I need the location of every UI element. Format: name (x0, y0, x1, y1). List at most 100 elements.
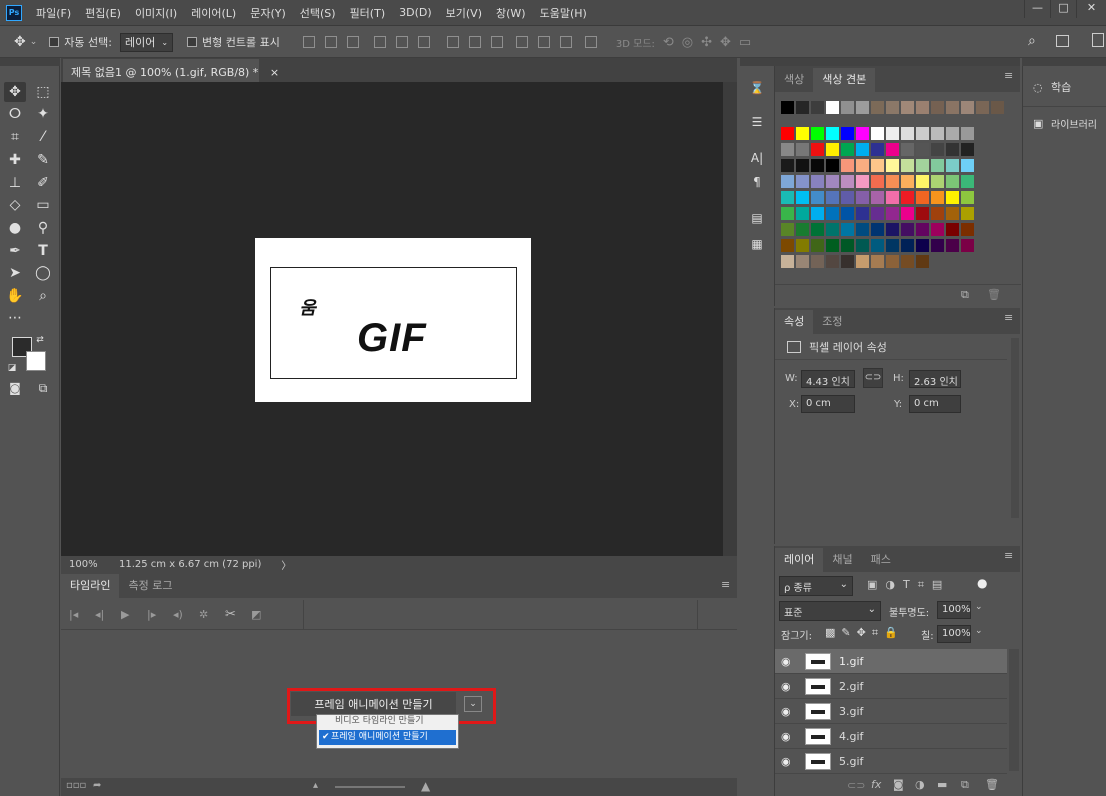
color-swatch[interactable] (961, 143, 974, 156)
color-swatch[interactable] (946, 191, 959, 204)
panel-menu-icon[interactable]: ≡ (721, 579, 731, 590)
color-swatch[interactable] (901, 239, 914, 252)
color-swatch[interactable] (916, 101, 929, 114)
transition-icon[interactable]: ◩ (251, 608, 277, 621)
color-swatch[interactable] (961, 207, 974, 220)
photoshop-logo-icon[interactable]: Ps (6, 4, 22, 21)
color-swatch[interactable] (781, 127, 794, 140)
layer-row[interactable]: ◉ 4.gif (775, 724, 1007, 749)
color-swatch[interactable] (916, 159, 929, 172)
color-swatch[interactable] (826, 207, 839, 220)
color-swatch[interactable] (961, 127, 974, 140)
layer-row[interactable]: ◉ 5.gif (775, 749, 1007, 774)
align-left-icon[interactable] (373, 36, 386, 48)
color-swatch[interactable] (841, 255, 854, 268)
color-swatch[interactable] (901, 127, 914, 140)
chevron-down-icon[interactable]: ⌄ (464, 696, 482, 712)
convert-arrow-icon[interactable]: ➦ (93, 780, 101, 791)
toolbar-collapse-strip[interactable] (0, 58, 60, 66)
color-swatch[interactable] (871, 255, 884, 268)
delete-layer-icon[interactable]: 🗑 (985, 778, 999, 791)
color-swatch[interactable] (796, 175, 809, 188)
default-colors-icon[interactable]: ◪ (6, 358, 18, 378)
color-swatch[interactable] (856, 101, 869, 114)
color-swatch[interactable] (886, 127, 899, 140)
zoom-level[interactable]: 100% (69, 559, 119, 570)
color-swatch[interactable] (811, 143, 824, 156)
color-swatch[interactable] (916, 143, 929, 156)
document-tab[interactable]: 제목 없음1 @ 100% (1.gif, RGB/8) * × (63, 59, 279, 82)
minimize-button[interactable]: — (1024, 0, 1050, 18)
tab-properties[interactable]: 속성 (775, 310, 814, 334)
visibility-eye-icon[interactable]: ◉ (781, 730, 799, 743)
menu-file[interactable]: 파일(F) (36, 5, 71, 21)
color-swatch[interactable] (931, 239, 944, 252)
layer-name[interactable]: 4.gif (839, 730, 863, 743)
transform-controls-checkbox[interactable] (187, 37, 198, 47)
color-swatch[interactable] (901, 207, 914, 220)
width-field[interactable]: 4.43 인치 (801, 370, 855, 388)
next-frame-icon[interactable]: |▸ (147, 608, 173, 621)
first-frame-icon[interactable]: |◂ (69, 608, 95, 621)
color-swatch[interactable] (871, 223, 884, 236)
visibility-eye-icon[interactable]: ◉ (781, 680, 799, 693)
color-swatch[interactable] (826, 127, 839, 140)
close-tab-icon[interactable]: × (270, 66, 279, 79)
color-swatch[interactable] (856, 239, 869, 252)
move-tool-icon[interactable]: ✥ (14, 34, 26, 50)
color-swatch[interactable] (886, 207, 899, 220)
color-swatch[interactable] (916, 191, 929, 204)
color-swatch[interactable] (826, 239, 839, 252)
notes-panel-icon[interactable]: ▦ (746, 234, 768, 254)
lasso-tool-icon[interactable]: ⵔ (4, 104, 26, 124)
distribute-top-icon[interactable] (446, 36, 459, 48)
layer-name[interactable]: 5.gif (839, 755, 863, 768)
layer-name[interactable]: 1.gif (839, 655, 863, 668)
color-swatch[interactable] (856, 127, 869, 140)
split-scissors-icon[interactable]: ✂ (225, 607, 251, 622)
history-panel-icon[interactable]: ⌛ (746, 78, 768, 98)
color-swatch[interactable] (796, 191, 809, 204)
color-swatch[interactable] (916, 223, 929, 236)
color-swatch[interactable] (811, 255, 824, 268)
color-swatch[interactable] (916, 255, 929, 268)
distribute-hcenter-icon[interactable] (537, 36, 550, 48)
learn-item[interactable]: ◌ 학습 (1023, 74, 1106, 100)
fill-field[interactable]: 100% (937, 625, 971, 643)
document-canvas[interactable]: 움 GIF (255, 238, 531, 402)
color-swatch[interactable] (961, 101, 974, 114)
color-swatch[interactable] (931, 223, 944, 236)
color-swatch[interactable] (886, 239, 899, 252)
color-swatch[interactable] (916, 239, 929, 252)
color-swatch[interactable] (856, 175, 869, 188)
x-field[interactable]: 0 cm (801, 395, 855, 413)
color-swatch[interactable] (886, 101, 899, 114)
healing-brush-tool-icon[interactable]: ✚ (4, 150, 26, 170)
menu-select[interactable]: 선택(S) (300, 5, 336, 21)
color-swatch[interactable] (991, 101, 1004, 114)
color-swatch[interactable] (781, 223, 794, 236)
share-icon[interactable] (1092, 33, 1104, 47)
settings-gear-icon[interactable]: ✲ (199, 608, 225, 621)
color-swatch[interactable] (871, 207, 884, 220)
color-swatch[interactable] (841, 175, 854, 188)
panel-menu-icon[interactable]: ≡ (1004, 312, 1014, 323)
lock-icons[interactable]: ▩✎✥⌗🔒 (825, 626, 904, 640)
color-swatch[interactable] (811, 207, 824, 220)
actions-panel-icon[interactable]: ☰ (746, 112, 768, 132)
move-tool-icon[interactable]: ✥ (4, 82, 26, 102)
tab-color[interactable]: 색상 (775, 68, 813, 92)
swap-colors-icon[interactable]: ⇄ (34, 330, 46, 350)
audio-icon[interactable]: ◂) (173, 608, 199, 621)
color-swatch[interactable] (961, 191, 974, 204)
color-swatch[interactable] (931, 175, 944, 188)
workspace-icon[interactable] (1056, 35, 1069, 47)
layer-comps-icon[interactable]: ▤ (746, 208, 768, 228)
marquee-tool-icon[interactable]: ⬚ (32, 82, 54, 102)
align-vcenter-icon[interactable] (324, 36, 337, 48)
color-swatch[interactable] (946, 175, 959, 188)
canvas-area[interactable]: 움 GIF (61, 82, 723, 556)
color-swatch[interactable] (841, 191, 854, 204)
color-swatch[interactable] (871, 175, 884, 188)
color-swatch[interactable] (871, 191, 884, 204)
